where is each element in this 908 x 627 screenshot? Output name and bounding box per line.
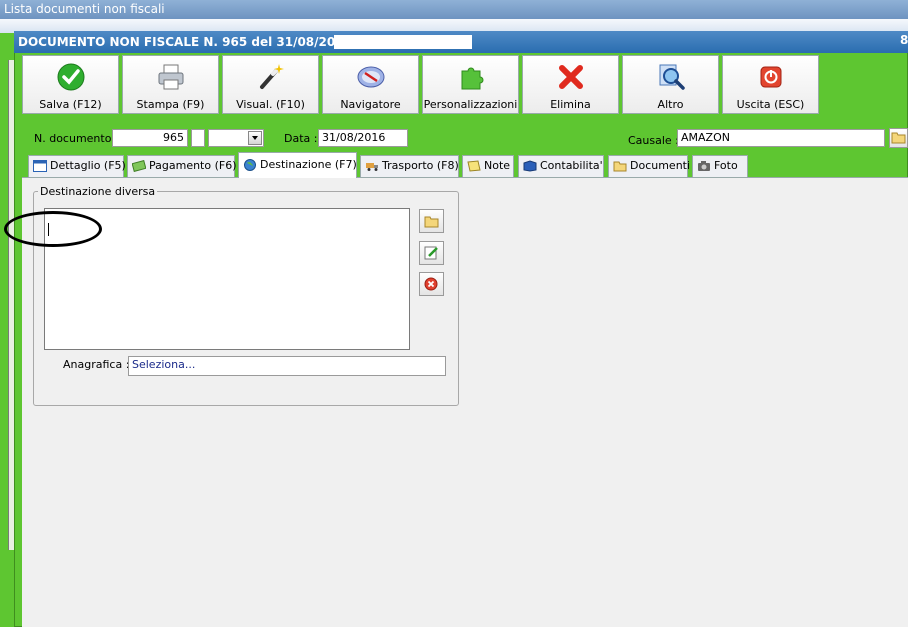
document-number-field[interactable]: 965	[112, 129, 188, 147]
more-button-label: Altro	[657, 98, 684, 111]
customizations-button-label: Personalizzazioni	[423, 98, 518, 111]
causale-browse-button[interactable]	[889, 128, 908, 148]
dialog-close-button[interactable]: 8	[900, 33, 908, 47]
more-button[interactable]: Altro	[622, 55, 719, 114]
save-button[interactable]: Salva (F12)	[22, 55, 119, 114]
magnifier-icon	[659, 64, 685, 90]
exit-button-label: Uscita (ESC)	[736, 98, 805, 111]
tab-label: Pagamento (F6)	[149, 159, 237, 172]
print-button-label: Stampa (F9)	[136, 98, 205, 111]
money-icon	[131, 159, 147, 173]
delete-button-label: Elimina	[550, 98, 591, 111]
causale-field[interactable]: AMAZON	[677, 129, 885, 147]
tab-note[interactable]: Note	[462, 155, 514, 177]
tab-label: Foto	[714, 159, 738, 172]
title-redacted-area	[334, 35, 472, 49]
save-button-label: Salva (F12)	[39, 98, 102, 111]
document-number-suffix-field[interactable]	[191, 129, 205, 147]
navigator-button[interactable]: Navigatore	[322, 55, 419, 114]
ledger-icon	[523, 160, 537, 172]
causale-label: Causale :	[628, 134, 679, 147]
folder-icon	[424, 216, 439, 228]
group-title: Destinazione diversa	[38, 185, 158, 198]
globe-icon	[244, 159, 256, 171]
compass-icon	[357, 66, 385, 88]
tab-foto[interactable]: Foto	[692, 155, 748, 177]
preview-button-label: Visual. (F10)	[236, 98, 305, 111]
edit-icon	[424, 246, 438, 260]
truck-icon	[366, 163, 378, 171]
document-number-label: N. documento :	[34, 132, 119, 145]
series-dropdown[interactable]	[208, 129, 264, 147]
table-icon	[33, 160, 47, 172]
check-icon	[57, 63, 85, 91]
exit-button[interactable]: Uscita (ESC)	[722, 55, 819, 114]
tab-label: Contabilita'	[540, 159, 603, 172]
documents-folder-icon	[613, 161, 627, 172]
camera-icon	[698, 161, 710, 171]
tab-documenti[interactable]: Documenti	[608, 155, 691, 177]
tab-label: Documenti	[630, 159, 691, 172]
anagrafica-label: Anagrafica :	[63, 358, 130, 371]
clear-address-button[interactable]	[419, 272, 444, 296]
remove-icon	[424, 277, 438, 291]
puzzle-icon	[461, 67, 484, 90]
tab-pagamento[interactable]: Pagamento (F6)	[127, 155, 237, 177]
chevron-down-icon	[252, 136, 258, 140]
tab-destinazione[interactable]: Destinazione (F7)	[238, 152, 357, 178]
annotation-ellipse	[4, 211, 102, 247]
customizations-button[interactable]: Personalizzazioni	[422, 55, 519, 114]
preview-button[interactable]: Visual. (F10)	[222, 55, 319, 114]
delete-button[interactable]: Elimina	[522, 55, 619, 114]
tab-contabilita[interactable]: Contabilita'	[518, 155, 604, 177]
tab-label: Destinazione (F7)	[260, 158, 357, 171]
open-address-button[interactable]	[419, 209, 444, 233]
delete-x-icon	[559, 65, 583, 89]
tab-dettaglio[interactable]: Dettaglio (F5)	[28, 155, 126, 177]
dropdown-button[interactable]	[248, 131, 262, 145]
tab-label: Dettaglio (F5)	[50, 159, 126, 172]
folder-icon	[891, 132, 906, 144]
print-button[interactable]: Stampa (F9)	[122, 55, 219, 114]
tab-label: Note	[484, 159, 511, 172]
edit-address-button[interactable]	[419, 241, 444, 265]
power-icon	[760, 66, 782, 88]
tab-label: Trasporto (F8)	[382, 159, 459, 172]
date-field[interactable]: 31/08/2016	[318, 129, 408, 147]
note-icon	[467, 160, 481, 172]
date-label: Data :	[284, 132, 318, 145]
tab-trasporto[interactable]: Trasporto (F8)	[360, 155, 459, 177]
anagrafica-field[interactable]: Seleziona...	[128, 356, 446, 376]
navigator-button-label: Navigatore	[340, 98, 401, 111]
magic-wand-icon	[260, 64, 284, 89]
printer-icon	[158, 64, 184, 90]
background-window-title: Lista documenti non fiscali	[0, 0, 908, 19]
